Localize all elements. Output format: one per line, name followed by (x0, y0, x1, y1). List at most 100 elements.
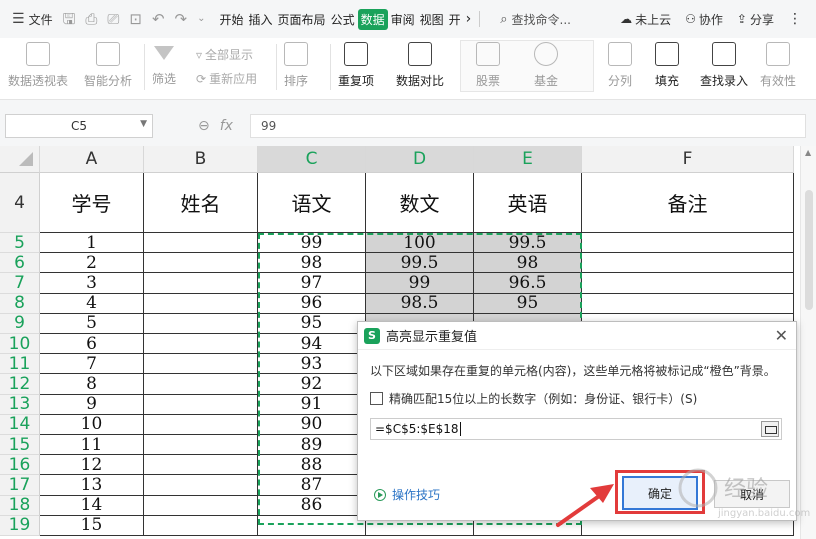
filter-button[interactable]: 筛选 (152, 42, 176, 87)
header-cell[interactable]: 语文 (258, 173, 366, 233)
zoom-icon[interactable]: ⊖ (198, 118, 210, 134)
row-header[interactable]: 4 (0, 173, 40, 233)
header-cell[interactable]: 学号 (40, 173, 144, 233)
row-header[interactable]: 11 (0, 354, 40, 375)
vertical-scrollbar[interactable]: ▲ (800, 146, 816, 539)
table-cell[interactable]: 100 (366, 233, 474, 254)
table-cell[interactable] (258, 515, 366, 536)
table-cell[interactable]: 96 (258, 293, 366, 314)
table-cell[interactable]: 97 (258, 273, 366, 294)
data-compare-button[interactable]: 数据对比 (396, 42, 444, 89)
tips-link[interactable]: 操作技巧 (374, 486, 440, 503)
table-cell[interactable] (144, 475, 258, 496)
row-header[interactable]: 14 (0, 414, 40, 435)
row-header[interactable]: 13 (0, 394, 40, 415)
range-input[interactable]: =$C$5:$E$18 (370, 418, 782, 440)
select-all-corner[interactable] (0, 146, 40, 173)
more-options-icon[interactable]: ⋮ (788, 11, 802, 27)
table-cell[interactable]: 8 (40, 374, 144, 395)
tab-developer[interactable]: 开 (447, 9, 463, 30)
table-cell[interactable]: 10 (40, 414, 144, 435)
table-cell[interactable]: 13 (40, 475, 144, 496)
row-header[interactable]: 7 (0, 273, 40, 294)
fx-icon[interactable]: fx (220, 118, 233, 134)
table-cell[interactable] (144, 293, 258, 314)
print-icon[interactable]: ⎚ (107, 11, 119, 27)
table-cell[interactable]: 15 (40, 515, 144, 536)
tab-data[interactable]: 数据 (357, 8, 388, 30)
duplicates-button[interactable]: 重复项 (338, 42, 374, 89)
table-cell[interactable]: 95 (258, 313, 366, 334)
table-cell[interactable]: 7 (40, 354, 144, 375)
table-cell[interactable]: 2 (40, 253, 144, 274)
table-cell[interactable] (582, 253, 794, 274)
chevron-down-icon[interactable]: ▼ (140, 119, 147, 129)
column-header-e[interactable]: E (474, 146, 582, 173)
column-header-b[interactable]: B (144, 146, 258, 173)
table-cell[interactable]: 86 (258, 495, 366, 516)
header-cell[interactable]: 数文 (366, 173, 474, 233)
table-cell[interactable] (144, 374, 258, 395)
table-cell[interactable] (144, 233, 258, 254)
table-cell[interactable]: 11 (40, 435, 144, 456)
undo-icon[interactable]: ↶ (152, 11, 165, 27)
table-cell[interactable]: 98 (258, 253, 366, 274)
table-cell[interactable]: 98.5 (366, 293, 474, 314)
row-header[interactable]: 16 (0, 455, 40, 476)
table-cell[interactable]: 6 (40, 334, 144, 355)
lookup-entry-button[interactable]: 查找录入 (700, 42, 748, 89)
scrollbar-thumb[interactable] (805, 190, 813, 310)
table-cell[interactable] (144, 253, 258, 274)
table-cell[interactable] (144, 273, 258, 294)
column-header-d[interactable]: D (366, 146, 474, 173)
column-header-c[interactable]: C (258, 146, 366, 173)
table-cell[interactable]: 3 (40, 273, 144, 294)
tab-insert[interactable]: 插入 (247, 9, 275, 30)
tab-page-layout[interactable]: 页面布局 (276, 9, 328, 30)
table-cell[interactable]: 98 (474, 253, 582, 274)
range-picker-icon[interactable] (761, 421, 779, 437)
long-number-checkbox[interactable]: 精确匹配15位以上的长数字（例如：身份证、银行卡）(S) (370, 390, 697, 407)
table-cell[interactable]: 93 (258, 354, 366, 375)
table-cell[interactable]: 95 (474, 293, 582, 314)
table-cell[interactable]: 96.5 (474, 273, 582, 294)
stocks-button[interactable]: 股票 (476, 42, 500, 89)
chevron-down-icon[interactable]: ⌄ (197, 11, 205, 27)
table-cell[interactable] (144, 515, 258, 536)
table-cell[interactable] (144, 495, 258, 516)
pivot-table-button[interactable]: 数据透视表 (8, 42, 68, 89)
row-header[interactable]: 19 (0, 515, 40, 536)
header-cell[interactable]: 备注 (582, 173, 794, 233)
table-cell[interactable]: 88 (258, 455, 366, 476)
table-cell[interactable]: 91 (258, 394, 366, 415)
header-cell[interactable]: 英语 (474, 173, 582, 233)
table-cell[interactable] (144, 455, 258, 476)
table-cell[interactable] (582, 273, 794, 294)
table-cell[interactable]: 92 (258, 374, 366, 395)
tabs-more-icon[interactable]: › (464, 9, 474, 29)
cancel-button[interactable]: 取消 (714, 480, 790, 508)
table-cell[interactable] (144, 334, 258, 355)
file-menu[interactable]: ☰ 文件 (12, 0, 53, 38)
column-header-f[interactable]: F (582, 146, 794, 173)
row-header[interactable]: 12 (0, 374, 40, 395)
split-column-button[interactable]: 分列 (608, 42, 632, 89)
tab-review[interactable]: 审阅 (389, 9, 417, 30)
sort-button[interactable]: 排序 (284, 42, 308, 89)
row-header[interactable]: 15 (0, 435, 40, 456)
table-cell[interactable] (144, 313, 258, 334)
tab-home[interactable]: 开始 (218, 9, 246, 30)
table-cell[interactable] (144, 354, 258, 375)
row-header[interactable]: 6 (0, 253, 40, 274)
tab-view[interactable]: 视图 (418, 9, 446, 30)
export-icon[interactable]: ⎙ (85, 11, 97, 27)
checkbox-box[interactable] (370, 392, 383, 405)
table-cell[interactable]: 12 (40, 455, 144, 476)
table-cell[interactable]: 9 (40, 394, 144, 415)
row-header[interactable]: 5 (0, 233, 40, 254)
reapply-button[interactable]: ⟳ 重新应用 (196, 70, 257, 87)
table-cell[interactable] (144, 435, 258, 456)
header-cell[interactable]: 姓名 (144, 173, 258, 233)
table-cell[interactable] (144, 414, 258, 435)
table-cell[interactable]: 87 (258, 475, 366, 496)
